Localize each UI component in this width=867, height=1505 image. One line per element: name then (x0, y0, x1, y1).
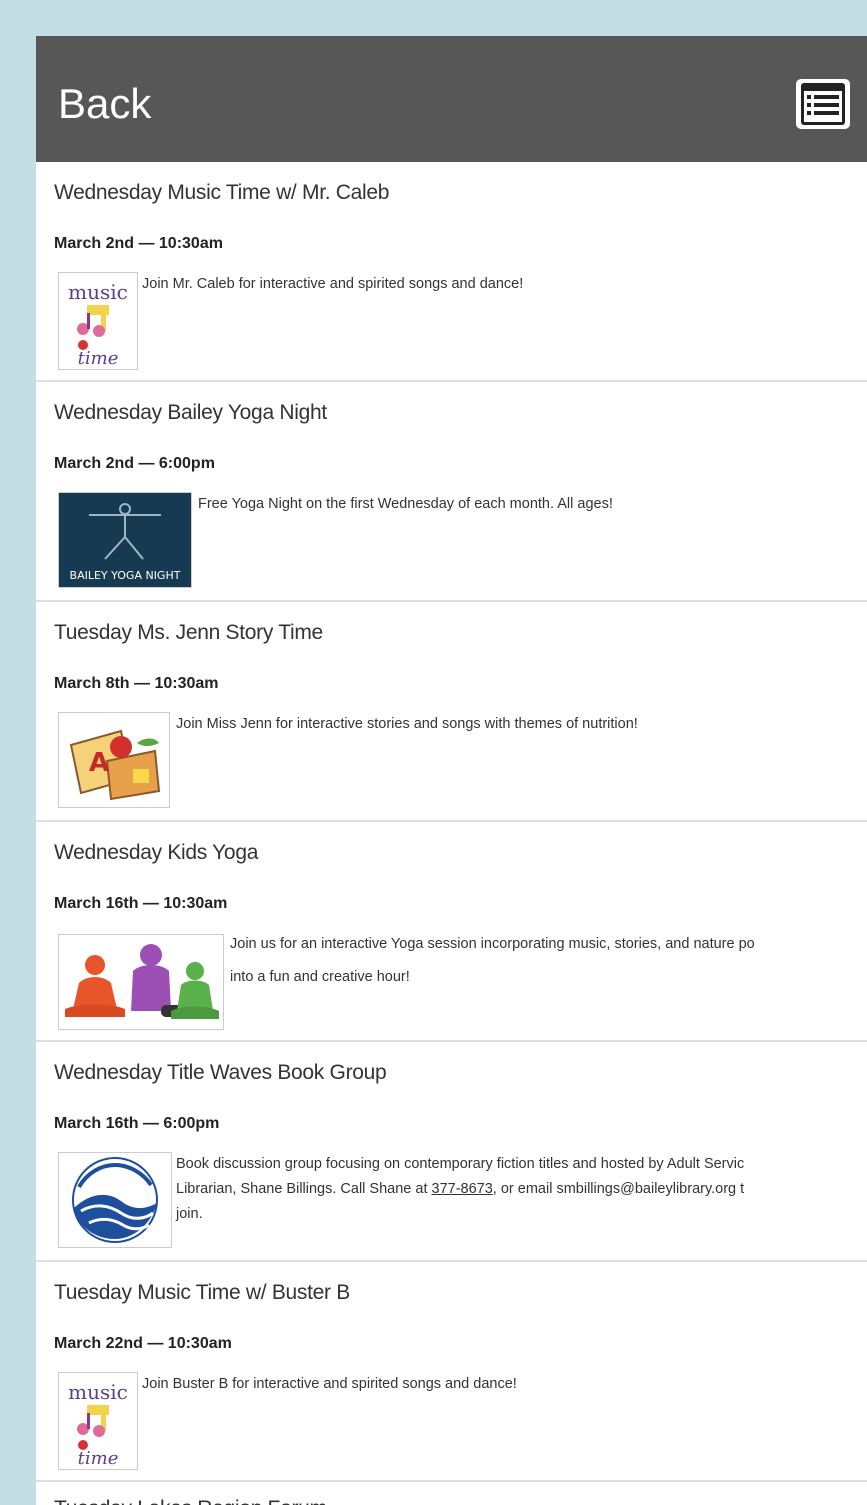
music-time-icon: music time (68, 1380, 128, 1469)
event-description: Join Miss Jenn for interactive stories a… (176, 716, 638, 732)
story-image-text: A (89, 748, 109, 778)
title-waves-logo-icon (72, 1157, 158, 1243)
event-item[interactable]: Tuesday Music Time w/ Buster B March 22n… (36, 1262, 867, 1482)
event-description: Free Yoga Night on the first Wednesday o… (198, 496, 613, 512)
story-time-icon: A (69, 729, 161, 801)
event-date: March 2nd — 6:00pm (54, 455, 215, 472)
event-image: music time (58, 272, 138, 370)
event-image: A (58, 712, 170, 808)
bailey-yoga-night-icon: BAILEY YOGA NIGHT (59, 493, 191, 587)
description-text: , or email (492, 1181, 557, 1197)
list-menu-icon (801, 83, 845, 125)
event-title[interactable]: Tuesday Lakes Region Forum (54, 1496, 327, 1505)
event-date: March 22nd — 10:30am (54, 1335, 232, 1352)
event-date: March 16th — 10:30am (54, 895, 228, 912)
music-time-icon: music time (68, 280, 128, 369)
email-link[interactable]: smbillings@baileylibrary.org (556, 1181, 736, 1197)
event-title[interactable]: Wednesday Bailey Yoga Night (54, 400, 327, 426)
event-item[interactable]: Wednesday Title Waves Book Group March 1… (36, 1042, 867, 1262)
music-image-text: music (68, 280, 128, 304)
event-description: Join us for an interactive Yoga session … (230, 932, 755, 990)
phone-link[interactable]: 377-8673 (432, 1181, 493, 1197)
event-item[interactable]: Tuesday Ms. Jenn Story Time March 8th — … (36, 602, 867, 822)
event-title[interactable]: Wednesday Music Time w/ Mr. Caleb (54, 180, 389, 206)
event-image (58, 1152, 172, 1248)
event-description-line: Librarian, Shane Billings. Call Shane at… (176, 1177, 744, 1202)
event-description: Join Buster B for interactive and spirit… (142, 1376, 517, 1392)
event-item[interactable]: Wednesday Music Time w/ Mr. Caleb March … (36, 162, 867, 382)
event-item[interactable]: Tuesday Lakes Region Forum (36, 1482, 867, 1505)
event-description-line: into a fun and creative hour! (230, 969, 410, 985)
event-description: Book discussion group focusing on contem… (176, 1152, 744, 1227)
event-image: music time (58, 1372, 138, 1470)
event-image (58, 934, 224, 1030)
event-description: Join Mr. Caleb for interactive and spiri… (142, 276, 524, 292)
description-text: t (736, 1181, 745, 1197)
yoga-image-text: BAILEY YOGA NIGHT (70, 569, 181, 582)
back-button[interactable]: Back (58, 80, 151, 128)
event-description-line: join. (176, 1206, 203, 1222)
app-frame: Back Wednesday Music Time w/ Mr. Caleb M… (36, 36, 867, 1505)
event-title[interactable]: Wednesday Title Waves Book Group (54, 1060, 387, 1086)
event-date: March 8th — 10:30am (54, 675, 219, 692)
event-title[interactable]: Tuesday Music Time w/ Buster B (54, 1280, 350, 1306)
music-image-text: music (68, 1380, 128, 1404)
kids-yoga-icon (65, 944, 219, 1019)
event-title[interactable]: Wednesday Kids Yoga (54, 840, 258, 866)
time-image-text: time (78, 348, 119, 369)
event-description-line: Book discussion group focusing on contem… (176, 1156, 745, 1172)
event-date: March 16th — 6:00pm (54, 1115, 220, 1132)
event-date: March 2nd — 10:30am (54, 235, 223, 252)
event-item[interactable]: Wednesday Kids Yoga March 16th — 10:30am… (36, 822, 867, 1042)
list-menu-button[interactable] (796, 79, 850, 129)
event-description-line: Join us for an interactive Yoga session … (230, 936, 755, 952)
event-title[interactable]: Tuesday Ms. Jenn Story Time (54, 620, 323, 646)
event-item[interactable]: Wednesday Bailey Yoga Night March 2nd — … (36, 382, 867, 602)
top-bar: Back (36, 36, 867, 162)
time-image-text: time (78, 1448, 119, 1469)
event-image: BAILEY YOGA NIGHT (58, 492, 192, 588)
description-text: Librarian, Shane Billings. Call Shane at (176, 1181, 432, 1197)
